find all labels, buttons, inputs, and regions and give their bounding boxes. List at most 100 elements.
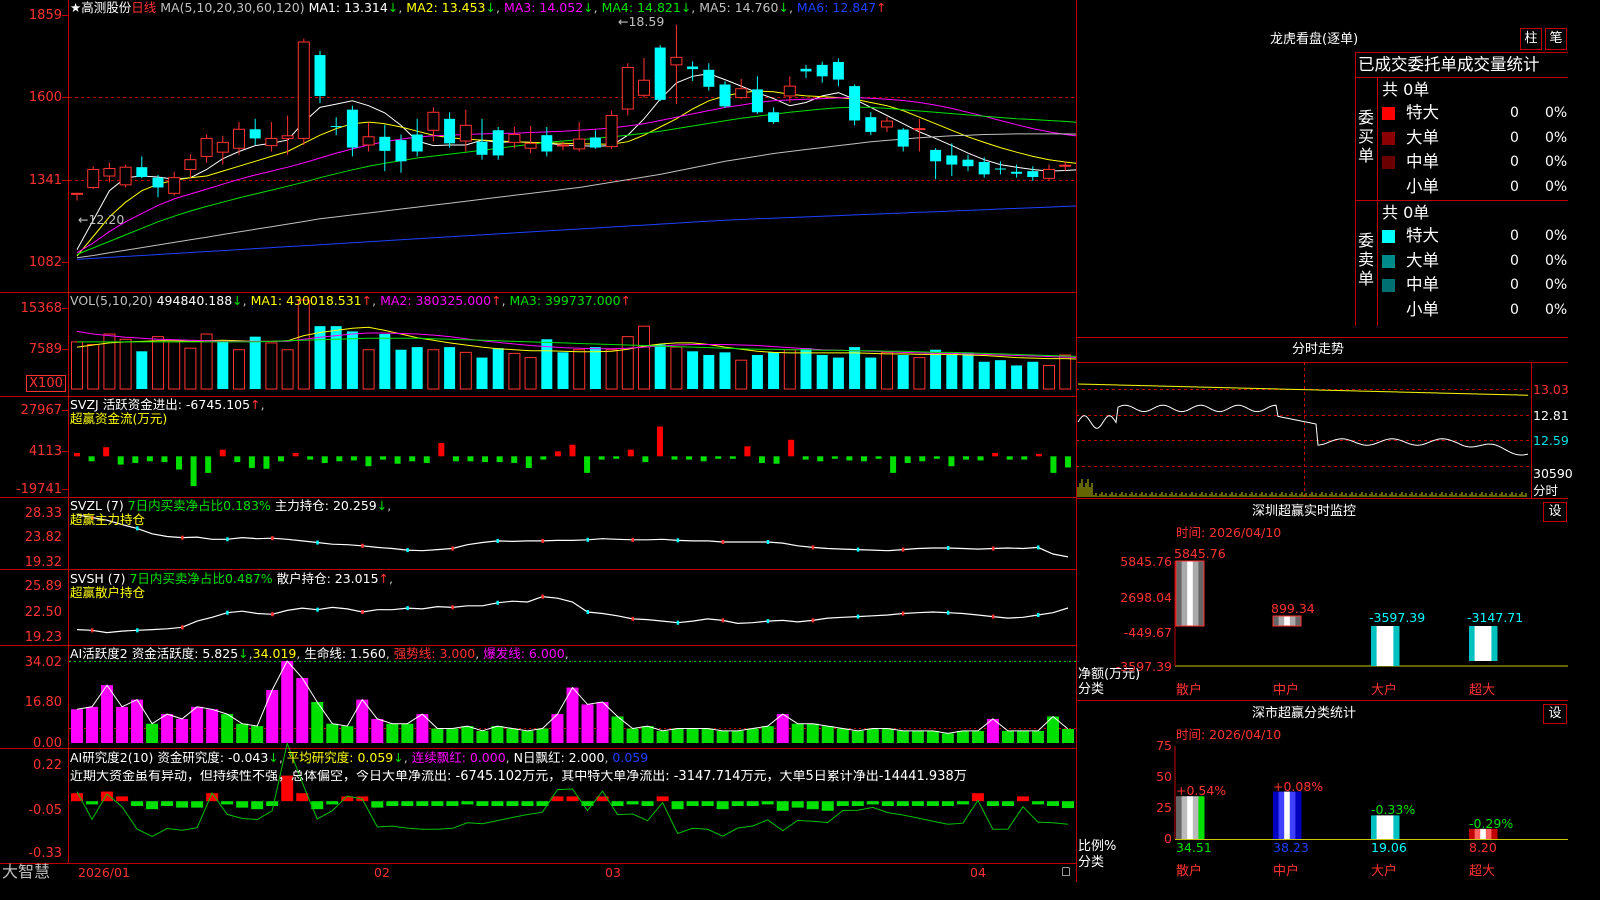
vol-y-tick: 15368	[20, 301, 62, 316]
classstat-bar-strip	[1273, 791, 1280, 839]
intraday-y-tick: 12.59	[1533, 433, 1569, 448]
classstat-bar-strip	[1382, 815, 1389, 839]
order-count: 0	[1510, 228, 1519, 244]
order-count: 0	[1510, 301, 1519, 318]
ai1-y-tick: 0.00	[33, 736, 62, 751]
date-tick: 03	[605, 865, 621, 880]
sell-vertical-label: 委卖单	[1358, 231, 1375, 288]
svsh-header: SVSH (7) 7日内买卖净占比0.487% 散户持仓: 23.015↑,	[70, 571, 393, 586]
star-icon[interactable]: ★	[70, 0, 81, 15]
monitor-bar-strip	[1480, 626, 1487, 661]
classstat-category: 超大	[1469, 864, 1496, 879]
vol-y-tick: 7589	[28, 342, 62, 357]
sell-total: 共 0单	[1382, 203, 1430, 222]
classstat-bar-strip	[1198, 796, 1205, 839]
monitor-category: 超大	[1469, 683, 1496, 698]
order-percent: 0%	[1545, 252, 1568, 269]
classstat-settings-button[interactable]: 设	[1543, 704, 1567, 724]
svzl-header: SVZL (7) 7日内买卖净占比0.183% 主力持仓: 20.259↓,	[70, 498, 392, 513]
svsh-y-tick: 19.23	[24, 630, 62, 645]
classstat-xlabel: 分类	[1078, 855, 1105, 870]
intraday-title: 分时走势	[1292, 342, 1345, 357]
classstat-category: 大户	[1371, 864, 1398, 879]
classstat-value: 34.51	[1176, 840, 1212, 855]
intraday-avg-line	[1077, 383, 1529, 396]
classstat-category: 散户	[1176, 864, 1203, 879]
order-count: 0	[1510, 178, 1519, 195]
order-class-label: 小单	[1406, 299, 1439, 319]
intraday-x-label: 分时	[1533, 483, 1559, 498]
svsh-y-tick: 25.89	[24, 579, 62, 594]
monitor-bar-label: -3147.71	[1467, 610, 1524, 625]
order-class-label: 大单	[1406, 127, 1439, 147]
column-view-button[interactable]: 柱	[1520, 28, 1542, 50]
classstat-change: +0.54%	[1176, 783, 1227, 799]
order-count: 0	[1510, 277, 1519, 293]
buy-vertical-label: 委买单	[1358, 108, 1375, 165]
dragon-tiger-title: 龙虎看盘(逐单)	[1270, 32, 1359, 47]
classstat-bar-strip	[1387, 815, 1394, 839]
order-percent: 0%	[1545, 154, 1568, 170]
classstat-change: -0.29%	[1469, 815, 1514, 831]
date-tick: 02	[374, 865, 390, 880]
vol-header: VOL(5,10,20) 494840.188↓, MA1: 430018.53…	[70, 293, 632, 308]
svzj-y-tick: -19741	[15, 482, 62, 497]
legend-swatch	[1382, 230, 1395, 243]
sz-monitor-title: 深圳超赢实时监控	[1252, 504, 1357, 519]
order-stats-heading: 已成交委托单成交量统计	[1358, 55, 1540, 74]
ai1-y-tick: 34.02	[24, 655, 62, 670]
legend-swatch	[1382, 131, 1395, 145]
svzj-subtitle: 超赢资金流(万元)	[70, 411, 168, 426]
monitor-bar-strip	[1187, 561, 1194, 626]
order-class-label: 小单	[1406, 176, 1439, 196]
monitor-bar-strip	[1289, 616, 1296, 626]
order-percent: 0%	[1545, 301, 1568, 318]
classstat-y-tick: 75	[1156, 738, 1172, 753]
order-class-label: 大单	[1406, 250, 1439, 270]
monitor-bar	[1176, 561, 1205, 626]
count-view-button[interactable]: 笔	[1545, 28, 1567, 50]
monitor-category: 散户	[1176, 683, 1203, 698]
buy-total: 共 0单	[1382, 80, 1430, 99]
classstat-y-tick: 0	[1164, 831, 1172, 846]
intraday-y-tick: 12.81	[1533, 408, 1569, 423]
monitor-bar-label: -3597.39	[1369, 610, 1426, 625]
order-class-label: 特大	[1406, 226, 1439, 245]
monitor-category: 中户	[1273, 683, 1300, 698]
monitor-settings-button[interactable]: 设	[1543, 502, 1567, 522]
lock-icon[interactable]	[1062, 867, 1070, 876]
monitor-bar-strip	[1382, 626, 1389, 666]
classstat-value: 19.06	[1371, 840, 1407, 855]
monitor-xlabel: 分类	[1078, 682, 1105, 697]
order-percent: 0%	[1545, 178, 1568, 195]
monitor-bar	[1273, 616, 1302, 626]
ai-activity-header: AI活跃度2 资金活跃度: 5.825↓,34.019, 生命线: 1.560,…	[70, 646, 569, 661]
order-class-label: 中单	[1406, 152, 1439, 171]
sz-class-title: 深市超赢分类统计	[1252, 706, 1357, 721]
main-y-tick: 1082	[28, 255, 62, 270]
monitor-bar-strip	[1278, 616, 1285, 626]
main-y-tick: 1859	[28, 8, 62, 23]
classstat-bar-strip	[1181, 796, 1188, 839]
monitor-y-tick: 5845.76	[1120, 554, 1172, 569]
classstat-bar-strip	[1295, 791, 1302, 839]
date-tick: 2026/01	[78, 865, 130, 880]
monitor-y-tick: 2698.04	[1120, 590, 1172, 605]
order-percent: 0%	[1545, 129, 1568, 146]
svzj-y-tick: 27967	[20, 403, 62, 418]
monitor-bar	[1371, 626, 1400, 666]
ai-research-summary: 近期大资金虽有异动，但持续性不强，总体偏空，今日大单净流出: -6745.102…	[70, 770, 967, 784]
svzl-subtitle: 超赢主力持仓	[70, 512, 146, 527]
date-tick: 04	[970, 865, 986, 880]
svzj-y-tick: 4113	[28, 444, 62, 459]
monitor-bar-strip	[1181, 561, 1188, 626]
legend-swatch	[1382, 279, 1395, 292]
high-price-label: ←18.59	[618, 14, 665, 29]
ai2-y-tick: -0.05	[28, 803, 62, 818]
monitor-bar-strip	[1284, 616, 1291, 626]
order-class-label: 特大	[1406, 103, 1439, 122]
svzl-y-tick: 23.82	[24, 530, 62, 545]
monitor-bar-label: 5845.76	[1174, 546, 1226, 561]
svzj-header: SVZJ 活跃资金进出: -6745.105↑,	[70, 397, 265, 412]
classstat-category: 中户	[1273, 864, 1300, 879]
